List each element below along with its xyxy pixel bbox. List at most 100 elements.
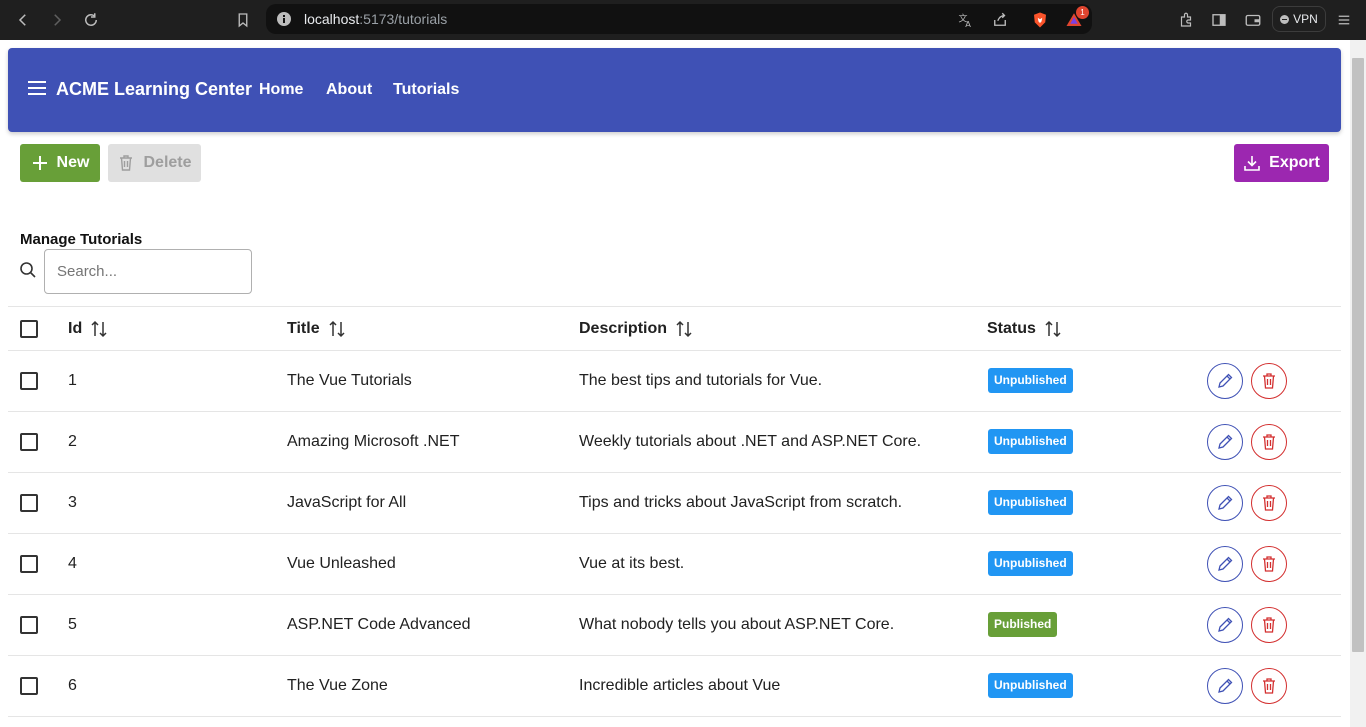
sort-icon	[91, 320, 107, 338]
row-checkbox[interactable]	[20, 555, 38, 573]
search-input[interactable]	[44, 249, 252, 294]
status-badge: Unpublished	[988, 429, 1073, 454]
sidebar-icon[interactable]	[1208, 9, 1230, 31]
share-icon[interactable]	[989, 9, 1011, 31]
site-info-icon[interactable]	[276, 11, 292, 27]
column-header-title[interactable]: Title	[287, 320, 346, 338]
row-delete-button[interactable]	[1251, 485, 1287, 521]
row-description: What nobody tells you about ASP.NET Core…	[579, 616, 895, 633]
pencil-icon	[1218, 434, 1233, 449]
table-row[interactable]: 5 ASP.NET Code Advanced What nobody tell…	[8, 595, 1341, 656]
row-checkbox[interactable]	[20, 433, 38, 451]
row-delete-button[interactable]	[1251, 424, 1287, 460]
column-label: Title	[287, 320, 320, 337]
download-icon	[1244, 156, 1260, 171]
manage-tutorials-title: Manage Tutorials	[20, 231, 143, 248]
trash-icon	[1263, 373, 1275, 389]
row-title: The Vue Tutorials	[287, 372, 412, 389]
row-checkbox[interactable]	[20, 494, 38, 512]
row-id: 1	[68, 372, 77, 389]
edit-button[interactable]	[1207, 607, 1243, 643]
nav-link-about[interactable]: About	[326, 81, 372, 99]
column-header-status[interactable]: Status	[987, 320, 1062, 338]
row-checkbox[interactable]	[20, 372, 38, 390]
row-delete-button[interactable]	[1251, 546, 1287, 582]
table-row[interactable]: 4 Vue Unleashed Vue at its best. Unpubli…	[8, 534, 1341, 595]
extensions-icon[interactable]	[1175, 9, 1197, 31]
column-label: Id	[68, 320, 83, 337]
export-button[interactable]: Export	[1234, 144, 1329, 182]
pencil-icon	[1218, 617, 1233, 632]
vpn-status-icon	[1280, 14, 1290, 24]
column-header-description[interactable]: Description	[579, 320, 693, 338]
nav-link-tutorials[interactable]: Tutorials	[393, 81, 459, 99]
select-all-checkbox[interactable]	[20, 320, 38, 338]
trash-icon	[1263, 678, 1275, 694]
svg-text:A: A	[965, 19, 971, 29]
pencil-icon	[1218, 495, 1233, 510]
table-row[interactable]: 2 Amazing Microsoft .NET Weekly tutorial…	[8, 412, 1341, 473]
pencil-icon	[1218, 556, 1233, 571]
edit-button[interactable]	[1207, 363, 1243, 399]
scrollbar-thumb[interactable]	[1352, 58, 1364, 652]
row-title: ASP.NET Code Advanced	[287, 616, 471, 633]
row-id: 2	[68, 433, 77, 450]
edit-button[interactable]	[1207, 668, 1243, 704]
hamburger-menu-icon[interactable]	[28, 81, 46, 97]
row-description: Incredible articles about Vue	[579, 677, 781, 694]
row-delete-button[interactable]	[1251, 607, 1287, 643]
row-title: The Vue Zone	[287, 677, 388, 694]
vpn-label: VPN	[1293, 12, 1318, 26]
sort-icon	[1045, 320, 1061, 338]
delete-button[interactable]: Delete	[108, 144, 201, 182]
row-description: Tips and tricks about JavaScript from sc…	[579, 494, 903, 511]
brave-shield-icon[interactable]	[1029, 9, 1051, 31]
status-badge: Unpublished	[988, 490, 1073, 515]
row-delete-button[interactable]	[1251, 668, 1287, 704]
status-badge: Unpublished	[988, 368, 1073, 393]
row-description: Vue at its best.	[579, 555, 685, 572]
trash-icon	[1263, 495, 1275, 511]
table-header: Id Title Description Status	[8, 306, 1341, 351]
row-checkbox[interactable]	[20, 616, 38, 634]
translate-icon[interactable]: 文A	[955, 9, 977, 31]
plus-icon	[32, 156, 47, 170]
export-button-label: Export	[1269, 154, 1320, 171]
sort-icon	[676, 320, 692, 338]
app-header: ACME Learning Center Home About Tutorial…	[8, 48, 1341, 132]
edit-button[interactable]	[1207, 485, 1243, 521]
forward-icon[interactable]	[45, 8, 69, 32]
column-header-id[interactable]: Id	[68, 320, 108, 338]
status-badge: Unpublished	[988, 673, 1073, 698]
row-description: Weekly tutorials about .NET and ASP.NET …	[579, 433, 922, 450]
sort-icon	[329, 320, 345, 338]
search-icon	[20, 262, 36, 278]
table-row[interactable]: 3 JavaScript for All Tips and tricks abo…	[8, 473, 1341, 534]
edit-button[interactable]	[1207, 424, 1243, 460]
browser-menu-icon[interactable]	[1333, 9, 1355, 31]
browser-toolbar: localhost:5173/tutorials 文A 1 VPN	[0, 0, 1366, 40]
row-id: 4	[68, 555, 77, 572]
trash-icon	[1263, 556, 1275, 572]
edit-button[interactable]	[1207, 546, 1243, 582]
notification-count-badge: 1	[1076, 6, 1089, 19]
brand-title[interactable]: ACME Learning Center	[56, 79, 252, 100]
row-title: JavaScript for All	[287, 494, 407, 511]
row-id: 3	[68, 494, 77, 511]
new-button[interactable]: New	[20, 144, 100, 182]
back-icon[interactable]	[11, 8, 35, 32]
row-title: Vue Unleashed	[287, 555, 396, 572]
bookmark-icon[interactable]	[231, 8, 255, 32]
row-checkbox[interactable]	[20, 677, 38, 695]
wallet-icon[interactable]	[1242, 9, 1264, 31]
pencil-icon	[1218, 373, 1233, 388]
reload-icon[interactable]	[79, 8, 103, 32]
table-row[interactable]: 6 The Vue Zone Incredible articles about…	[8, 656, 1341, 717]
nav-link-home[interactable]: Home	[259, 81, 303, 99]
status-badge: Unpublished	[988, 551, 1073, 576]
vpn-button[interactable]: VPN	[1272, 6, 1326, 32]
row-delete-button[interactable]	[1251, 363, 1287, 399]
table-row[interactable]: 1 The Vue Tutorials The best tips and tu…	[8, 351, 1341, 412]
row-description: The best tips and tutorials for Vue.	[579, 372, 823, 389]
row-title: Amazing Microsoft .NET	[287, 433, 460, 450]
